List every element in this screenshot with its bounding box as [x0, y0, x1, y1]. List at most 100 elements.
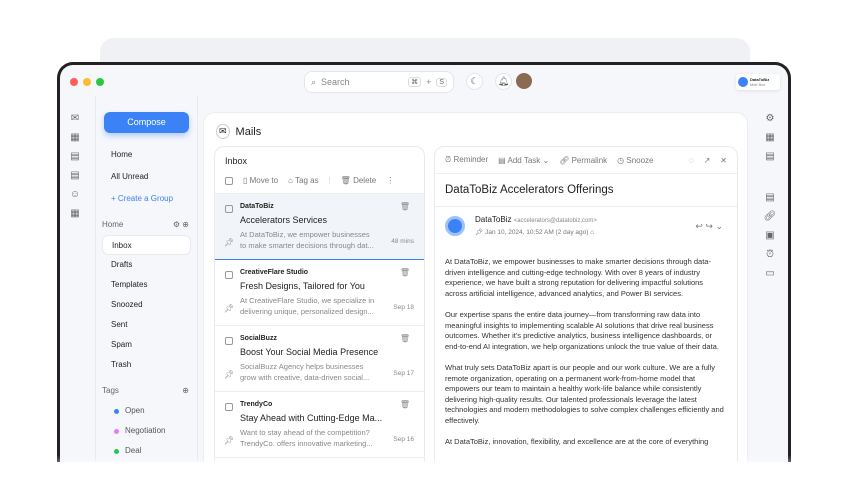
clipboard-icon[interactable]: ▣ — [765, 230, 774, 241]
create-group-link[interactable]: + Create a Group — [102, 187, 191, 211]
list-item[interactable]: SocialBuzz Boost Your Social Media Prese… — [215, 326, 424, 392]
reader-toolbar: ⏰︎ Reminder ▤ Add Task ⌄ 🔗︎ Permalink ◷ … — [435, 147, 737, 174]
move-to-button[interactable]: ▯ Move to — [243, 176, 278, 185]
folder-templates[interactable]: Templates — [102, 275, 191, 295]
user-icon[interactable]: ☺ — [70, 189, 80, 200]
reminder-button[interactable]: ⏰︎ Reminder — [445, 155, 488, 165]
item-subject: Boost Your Social Media Presence — [240, 347, 379, 357]
minimize-dot[interactable] — [83, 78, 91, 86]
close-icon[interactable]: ✕ — [720, 156, 727, 165]
folder-sent[interactable]: Sent — [102, 315, 191, 335]
tag-label: Negotiation — [125, 426, 166, 435]
add-task-button[interactable]: ▤ Add Task ⌄ — [498, 156, 549, 165]
item-preview: TrendyCo. offers innovative marketing... — [240, 439, 373, 448]
section-tags: Tags ⊕ — [102, 381, 191, 401]
item-date: Sep 17 — [393, 370, 414, 377]
notes-icon[interactable]: ▤ — [765, 192, 774, 203]
search-placeholder: Search — [321, 77, 350, 87]
tag-icon[interactable]: ⌂ — [590, 229, 594, 236]
pin-icon[interactable]: 📌︎ — [224, 436, 234, 445]
delete-label: Delete — [353, 176, 377, 185]
trash-icon[interactable]: 🗑︎ — [400, 202, 410, 211]
compose-button[interactable]: Compose — [104, 112, 189, 133]
permalink-button[interactable]: 🔗︎ Permalink — [559, 156, 607, 165]
notes-icon[interactable]: ▤ — [70, 170, 79, 181]
settings-icon[interactable]: ⚙ — [766, 113, 775, 124]
sender-avatar — [445, 216, 465, 236]
email-paragraph: Our expertise spans the entire data jour… — [445, 310, 719, 351]
avatar[interactable] — [516, 73, 532, 89]
add-icon[interactable]: ⊕ — [182, 220, 189, 229]
tag-negotiation[interactable]: Negotiation — [102, 421, 191, 441]
pin-icon[interactable]: 📌︎ — [475, 229, 483, 236]
dark-mode-icon[interactable]: ☾ — [466, 73, 483, 90]
item-subject: Fresh Designs, Tailored for You — [240, 281, 365, 291]
brand-sub: Mail Box — [750, 82, 766, 87]
tag-as-button[interactable]: ⌂ Tag as — [288, 176, 319, 185]
comment-icon[interactable]: ◌ — [689, 156, 694, 165]
add-tag-icon[interactable]: ⊕ — [182, 381, 189, 401]
document-icon[interactable]: ▤ — [765, 151, 774, 162]
snooze-label: Snooze — [626, 155, 654, 165]
trash-icon[interactable]: 🗑︎ — [400, 268, 410, 277]
close-dot[interactable] — [70, 78, 78, 86]
right-icon-rail: ⚙ ▦ ▤ ▤ 🔗︎ ▣ ⏰︎ ▭ — [760, 113, 780, 279]
email-body: At DataToBiz, we empower businesses to m… — [435, 247, 737, 462]
item-checkbox[interactable] — [225, 337, 233, 345]
delete-button[interactable]: 🗑︎ Delete — [341, 176, 377, 185]
search-icon: ⌕ — [311, 76, 317, 87]
bottom-fade — [40, 455, 810, 495]
calendar-icon[interactable]: ▦ — [70, 132, 79, 143]
calendar-icon[interactable]: ▦ — [765, 132, 774, 143]
item-subject: Accelerators Services — [240, 215, 328, 225]
expand-icon[interactable]: ↗ — [704, 156, 711, 165]
shortcut-plus: + — [426, 77, 432, 87]
item-checkbox[interactable] — [225, 205, 233, 213]
folder-inbox[interactable]: Inbox — [102, 235, 191, 255]
snooze-button[interactable]: ◷ Snooze — [617, 156, 653, 165]
maximize-dot[interactable] — [96, 78, 104, 86]
shortcut-cmd: ⌘ — [408, 77, 422, 87]
mail-icon[interactable]: ✉ — [71, 113, 79, 124]
grid-icon[interactable]: ▦ — [70, 208, 79, 219]
bell-icon[interactable]: 🔔︎ — [495, 73, 512, 90]
item-checkbox[interactable] — [225, 403, 233, 411]
pin-icon[interactable]: 📌︎ — [224, 238, 234, 247]
trash-icon[interactable]: 🗑︎ — [400, 334, 410, 343]
list-item[interactable]: DataToBiz Accelerators Services At DataT… — [215, 194, 424, 260]
list-item[interactable]: CreativeFlare Studio Fresh Designs, Tail… — [215, 260, 424, 326]
item-preview: At CreativeFlare Studio, we specialize i… — [240, 296, 375, 305]
folder-trash[interactable]: Trash — [102, 355, 191, 375]
gear-icon[interactable]: ⚙ — [173, 220, 180, 229]
item-preview: SocialBuzz Agency helps businesses — [240, 362, 364, 371]
item-from: DataToBiz — [240, 203, 274, 210]
sender-email: <accelerators@datatobiz.com> — [513, 218, 597, 224]
folder-drafts[interactable]: Drafts — [102, 255, 191, 275]
nav-home[interactable]: Home — [102, 145, 191, 165]
alarm-icon[interactable]: ⏰︎ — [766, 249, 774, 260]
search-input[interactable]: ⌕ Search ⌘ + S — [304, 71, 454, 93]
reply-forward-icons[interactable]: ↩ ↪ ⌄ — [695, 221, 723, 232]
list-item[interactable]: TrendyCo Stay Ahead with Cutting-Edge Ma… — [215, 392, 424, 458]
left-icon-rail: ✉ ▦ ▤ ▤ ☺ ▦ — [65, 113, 85, 219]
folder-snoozed[interactable]: Snoozed — [102, 295, 191, 315]
tag-open[interactable]: Open — [102, 401, 191, 421]
item-subject: Stay Ahead with Cutting-Edge Ma... — [240, 413, 383, 423]
item-checkbox[interactable] — [225, 271, 233, 279]
brand-badge[interactable]: DataToBiz Mail Box — [736, 74, 780, 90]
chat-icon[interactable]: ▭ — [765, 268, 774, 279]
folder-spam[interactable]: Spam — [102, 335, 191, 355]
pin-icon[interactable]: 📌︎ — [224, 304, 234, 313]
reading-pane: ⏰︎ Reminder ▤ Add Task ⌄ 🔗︎ Permalink ◷ … — [434, 146, 738, 462]
select-all-checkbox[interactable] — [225, 176, 233, 185]
permalink-label: Permalink — [571, 155, 608, 165]
nav-all-unread[interactable]: All Unread — [102, 167, 191, 187]
window-controls — [70, 78, 104, 86]
contacts-icon[interactable]: ▤ — [70, 151, 79, 162]
link-icon[interactable]: 🔗︎ — [764, 211, 777, 222]
trash-icon[interactable]: 🗑︎ — [400, 400, 410, 409]
more-icon[interactable]: ⋮ — [386, 176, 394, 185]
mails-panel: ✉ Mails Inbox ▯ Move to ⌂ Tag as | 🗑︎ Del… — [203, 112, 748, 462]
pin-icon[interactable]: 📌︎ — [224, 370, 234, 379]
item-from: CreativeFlare Studio — [240, 269, 309, 276]
